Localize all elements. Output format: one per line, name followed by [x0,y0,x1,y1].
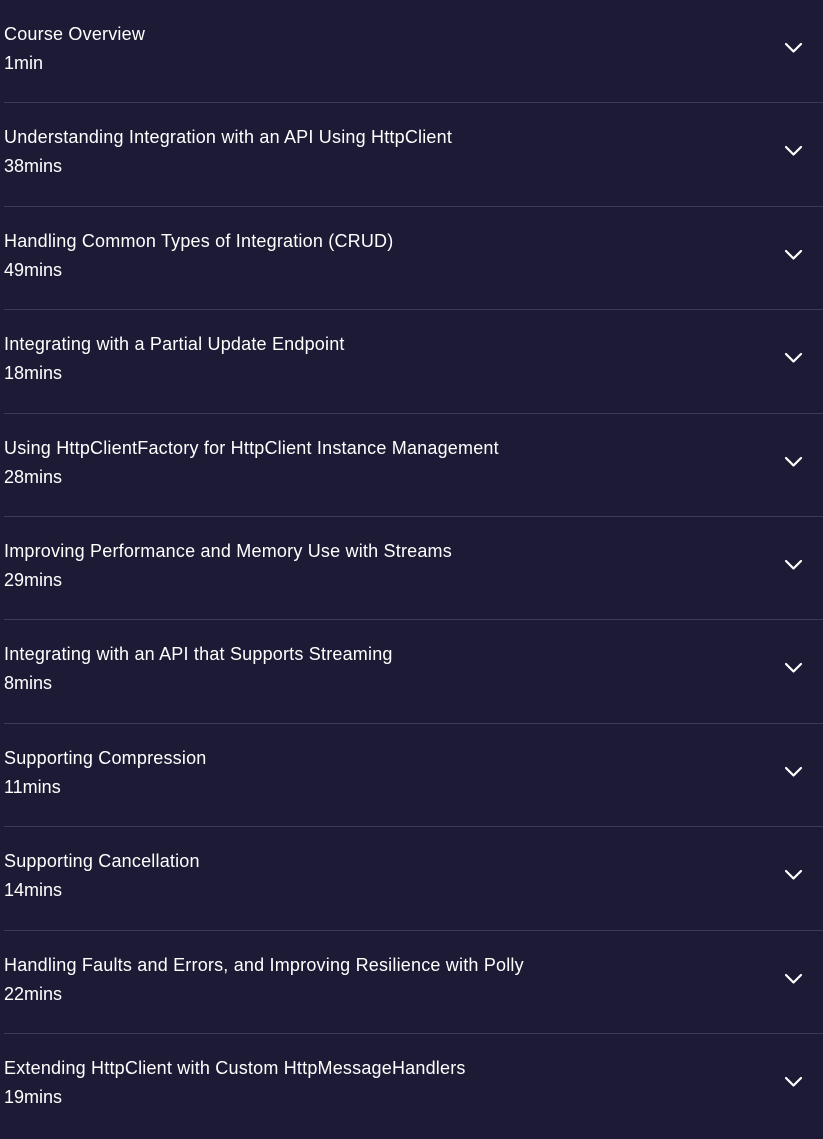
module-duration: 22mins [4,983,63,1004]
module-item-streams[interactable]: Improving Performance and Memory Use wit… [4,517,823,621]
module-title: Course Overview [4,24,146,44]
chevron-down-icon[interactable] [784,352,803,364]
module-title: Handling Faults and Errors, and Improvin… [4,954,524,975]
module-title: Extending HttpClient with Custom HttpMes… [4,1057,466,1078]
module-duration: 1min [4,53,44,73]
module-item-compression[interactable]: Supporting Compression 11mins [4,724,823,828]
module-duration: 18mins [4,363,63,384]
module-title: Supporting Compression [4,747,207,768]
chevron-down-icon[interactable] [784,249,803,261]
module-item-streaming-api[interactable]: Integrating with an API that Supports St… [4,620,823,724]
module-duration: 29mins [4,569,63,590]
module-item-message-handlers[interactable]: Extending HttpClient with Custom HttpMes… [4,1034,823,1137]
module-title: Integrating with a Partial Update Endpoi… [4,334,345,355]
module-duration: 49mins [4,259,63,280]
chevron-down-icon[interactable] [784,973,803,985]
module-item-course-overview[interactable]: Course Overview 1min [4,0,823,104]
chevron-down-icon[interactable] [784,42,803,54]
course-module-list: Course Overview 1min Understanding Integ… [4,0,823,1137]
module-duration: 19mins [4,1086,63,1107]
module-item-polly[interactable]: Handling Faults and Errors, and Improvin… [4,931,823,1034]
module-item-cancellation[interactable]: Supporting Cancellation 14mins [4,827,823,931]
module-title: Using HttpClientFactory for HttpClient I… [4,437,499,458]
chevron-down-icon[interactable] [784,869,803,881]
module-title: Integrating with an API that Supports St… [4,644,393,665]
module-title: Supporting Cancellation [4,851,200,872]
module-duration: 8mins [4,673,53,694]
module-duration: 11mins [4,776,61,797]
module-title: Improving Performance and Memory Use wit… [4,540,452,561]
module-title: Understanding Integration with an API Us… [4,127,453,148]
chevron-down-icon[interactable] [784,456,803,468]
module-title: Handling Common Types of Integration (CR… [4,230,394,251]
module-duration: 38mins [4,156,63,177]
chevron-down-icon[interactable] [784,766,803,778]
chevron-down-icon[interactable] [784,1076,803,1088]
module-duration: 28mins [4,466,63,487]
module-item-crud[interactable]: Handling Common Types of Integration (CR… [4,207,823,311]
module-duration: 14mins [4,880,63,901]
module-item-httpclient-integration[interactable]: Understanding Integration with an API Us… [4,103,823,207]
chevron-down-icon[interactable] [784,559,803,571]
module-item-httpclientfactory[interactable]: Using HttpClientFactory for HttpClient I… [4,414,823,517]
module-item-partial-update[interactable]: Integrating with a Partial Update Endpoi… [4,310,823,414]
chevron-down-icon[interactable] [784,662,803,674]
chevron-down-icon[interactable] [784,145,803,157]
